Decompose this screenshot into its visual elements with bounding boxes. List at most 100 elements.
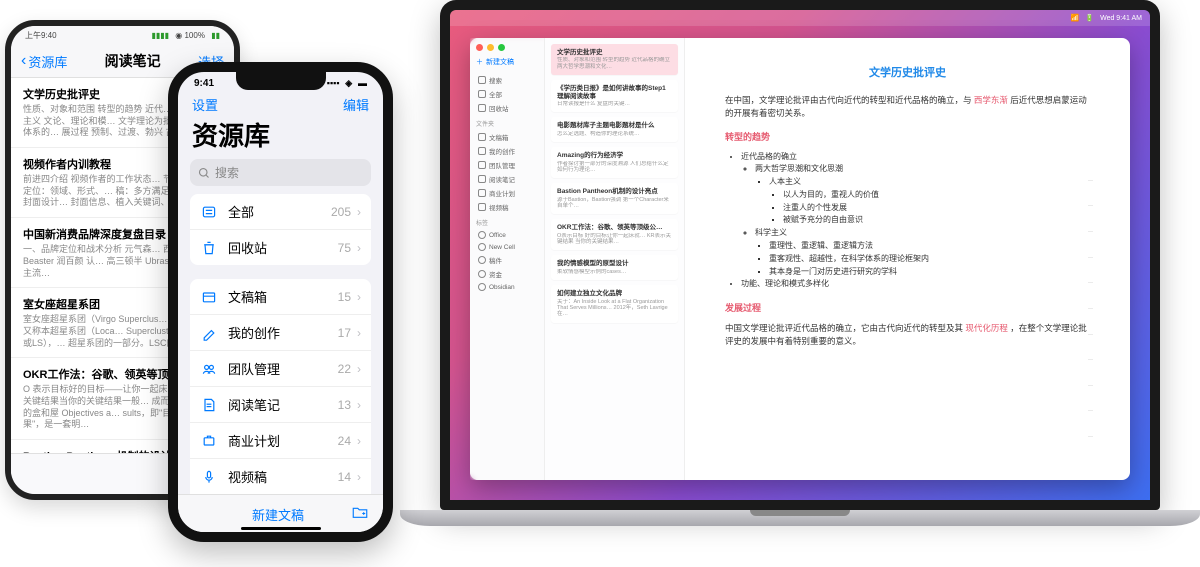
status-icons: ▪▪▪▪ ◈ ▬ bbox=[324, 78, 367, 89]
editor-pane[interactable]: 文学历史批评史 在中国，文学理论批评由古代向近代的转型和近代品格的确立，与 西学… bbox=[685, 38, 1130, 480]
chevron-right-icon: › bbox=[357, 470, 361, 484]
home-indicator bbox=[241, 527, 321, 530]
minimize-button[interactable] bbox=[487, 44, 494, 51]
settings-button[interactable]: 设置 bbox=[192, 95, 218, 114]
row-count: 24 bbox=[338, 434, 351, 448]
page-title: 资源库 bbox=[178, 116, 383, 159]
top-section: 全部 205 › 回收站 75 › bbox=[190, 194, 371, 265]
signal-icon: ▮▮▮▮ bbox=[151, 31, 169, 40]
sidebar-tag[interactable]: New Cell bbox=[476, 241, 538, 253]
mac-screen: 📶 🔋 Wed 9:41 AM ＋新建文稿 搜索 全部 回收站 文件夹 文稿箱我… bbox=[440, 0, 1160, 510]
new-document-button[interactable]: 新建文稿 bbox=[192, 505, 304, 524]
row-count: 22 bbox=[338, 362, 351, 376]
sidebar-item[interactable]: 我的创作 bbox=[476, 144, 538, 158]
folder-icon bbox=[478, 189, 486, 197]
sidebar-heading: 文件夹 bbox=[476, 119, 538, 128]
search-input[interactable]: 搜索 bbox=[190, 159, 371, 186]
folder-icon bbox=[478, 175, 486, 183]
tag-icon bbox=[478, 283, 486, 291]
folder-row[interactable]: 文稿箱 15 › bbox=[190, 279, 371, 315]
document-card[interactable]: Bastion Pantheon机制的设计亮点源于Bastion，Bastion… bbox=[551, 183, 678, 214]
editor-paragraph: 在中国，文学理论批评由古代向近代的转型和近代品格的确立，与 西学东渐 后近代思想… bbox=[725, 94, 1090, 120]
document-card[interactable]: 如何建立独立文化品牌关于：An Inside Look at a Flat Or… bbox=[551, 285, 678, 322]
close-button[interactable] bbox=[476, 44, 483, 51]
case-icon bbox=[200, 540, 218, 543]
brief-icon bbox=[200, 432, 218, 450]
folder-row[interactable]: 团队管理 22 › bbox=[190, 351, 371, 387]
editor-list: 近代品格的确立 两大哲学思潮和文化思潮 人本主义 以人为目的，重视人的价值 注重… bbox=[725, 151, 1090, 292]
battery-icon: ▮▮ bbox=[211, 31, 220, 40]
document-card[interactable]: OKR工作法：谷歌、领英等顶级公…O表示目标 好的目标让你一起床就… KR表示关… bbox=[551, 219, 678, 250]
plus-icon: ＋ bbox=[476, 57, 483, 67]
chevron-right-icon: › bbox=[357, 398, 361, 412]
sidebar-item-all[interactable]: 全部 bbox=[476, 87, 538, 101]
nav-bar: 设置 编辑 bbox=[178, 89, 383, 116]
folder-icon bbox=[478, 147, 486, 155]
document-card[interactable]: 文学历史批评史性质、对象和范围 转型的趋势 近代品格的确立 两大哲学思潮和文化… bbox=[551, 44, 678, 75]
folder-row[interactable]: 商业计划 24 › bbox=[190, 423, 371, 459]
chevron-left-icon: ‹ bbox=[21, 52, 26, 70]
macbook-device: 📶 🔋 Wed 9:41 AM ＋新建文稿 搜索 全部 回收站 文件夹 文稿箱我… bbox=[400, 0, 1200, 526]
edit-button[interactable]: 编辑 bbox=[343, 95, 369, 114]
app-window: ＋新建文稿 搜索 全部 回收站 文件夹 文稿箱我的创作团队管理阅读笔记商业计划视… bbox=[470, 38, 1130, 480]
row-label: 全部 bbox=[228, 202, 331, 221]
editor-heading: 转型的趋势 bbox=[725, 130, 1090, 143]
row-count: 205 bbox=[331, 205, 351, 219]
document-list: 文学历史批评史性质、对象和范围 转型的趋势 近代品格的确立 两大哲学思潮和文化…… bbox=[545, 38, 685, 480]
row-label: 团队管理 bbox=[228, 359, 338, 378]
menubar-item[interactable]: Wed 9:41 AM bbox=[1100, 15, 1142, 22]
sidebar-item[interactable]: 文稿箱 bbox=[476, 130, 538, 144]
sidebar-item-search[interactable]: 搜索 bbox=[476, 73, 538, 87]
sidebar-tag[interactable]: 稿件 bbox=[476, 253, 538, 267]
sidebar-tag[interactable]: Office bbox=[476, 229, 538, 241]
chevron-right-icon: › bbox=[357, 241, 361, 255]
sidebar-item[interactable]: 阅读笔记 bbox=[476, 172, 538, 186]
folder-row[interactable]: 视频稿 14 › bbox=[190, 459, 371, 495]
document-card[interactable]: 电影题材库子主题电影题材是什么怎么定选题、构造你的理论系统… bbox=[551, 117, 678, 142]
status-icons: ▮▮▮▮ ◉ 100% ▮▮ bbox=[147, 31, 220, 40]
document-card[interactable]: 我的情感模型的原型设计柔软情感模型示例的cases… bbox=[551, 255, 678, 280]
row-label: 文稿箱 bbox=[228, 287, 338, 306]
phone-front-device: 9:41 ▪▪▪▪ ◈ ▬ 设置 编辑 资源库 搜索 全部 205 › 回收站 … bbox=[168, 62, 393, 542]
outline-markers: ——————————— bbox=[1088, 168, 1098, 450]
row-count: 14 bbox=[338, 542, 351, 543]
folder-icon bbox=[478, 161, 486, 169]
mac-menubar: 📶 🔋 Wed 9:41 AM bbox=[450, 10, 1150, 26]
sidebar-item[interactable]: 视频稿 bbox=[476, 200, 538, 214]
menubar-item[interactable]: 📶 bbox=[1071, 14, 1080, 22]
sidebar-item[interactable]: 团队管理 bbox=[476, 158, 538, 172]
all-icon bbox=[200, 203, 218, 221]
signal-icon: ▪▪▪▪ bbox=[327, 78, 340, 88]
document-card[interactable]: 《学历类日报》是如何讲故事的Step1 理解阅读故事日常读报是什么 复盘的关键… bbox=[551, 80, 678, 112]
sidebar-item[interactable]: 商业计划 bbox=[476, 186, 538, 200]
chevron-right-icon: › bbox=[357, 326, 361, 340]
row-count: 17 bbox=[338, 326, 351, 340]
folder-row[interactable]: 阅读笔记 13 › bbox=[190, 387, 371, 423]
tag-icon bbox=[478, 231, 486, 239]
menubar-item[interactable]: 🔋 bbox=[1085, 14, 1094, 22]
trash-row[interactable]: 回收站 75 › bbox=[190, 230, 371, 265]
chevron-right-icon: › bbox=[357, 205, 361, 219]
back-button[interactable]: ‹ 资源库 bbox=[21, 52, 67, 71]
search-icon bbox=[198, 167, 210, 179]
sidebar-tag[interactable]: 资金 bbox=[476, 267, 538, 281]
search-icon bbox=[478, 76, 486, 84]
trash-icon bbox=[200, 239, 218, 257]
tag-icon bbox=[478, 243, 486, 251]
all-row[interactable]: 全部 205 › bbox=[190, 194, 371, 230]
wifi-icon: ◉ 100% bbox=[175, 31, 205, 40]
tag-icon bbox=[478, 256, 486, 264]
status-bar: 上午9:40 ▮▮▮▮ ◉ 100% ▮▮ bbox=[11, 26, 234, 45]
new-folder-button[interactable] bbox=[351, 503, 369, 526]
new-document-button[interactable]: ＋新建文稿 bbox=[476, 57, 538, 67]
sidebar-item-trash[interactable]: 回收站 bbox=[476, 101, 538, 115]
row-count: 13 bbox=[338, 398, 351, 412]
folder-row[interactable]: 案例库 14 › bbox=[190, 531, 371, 542]
fullscreen-button[interactable] bbox=[498, 44, 505, 51]
chevron-right-icon: › bbox=[357, 362, 361, 376]
document-card[interactable]: Amazing的行为经济学作者探讨第一部分的深度溯源 人们总给什么定如何行为理论… bbox=[551, 147, 678, 178]
folder-row[interactable]: 我的创作 17 › bbox=[190, 315, 371, 351]
search-placeholder: 搜索 bbox=[215, 164, 239, 181]
box-icon bbox=[200, 288, 218, 306]
sidebar-tag[interactable]: Obsidian bbox=[476, 281, 538, 293]
